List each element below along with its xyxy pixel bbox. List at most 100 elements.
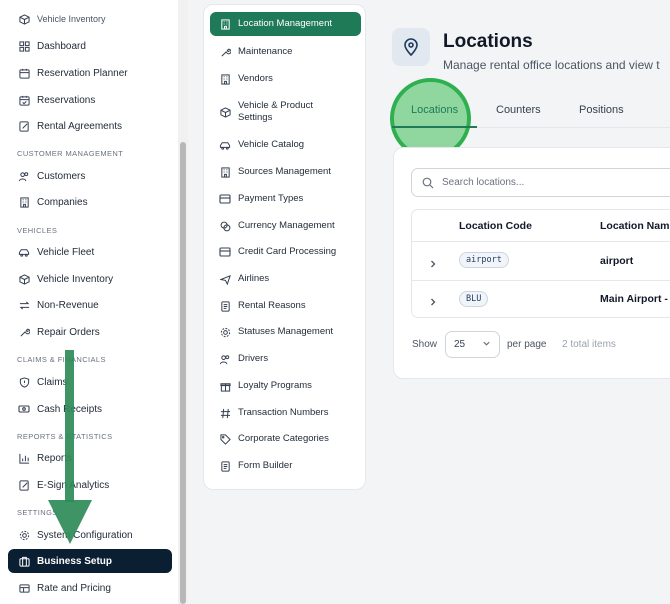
sidebar-item-label: Companies	[37, 196, 88, 208]
sidebar-scrollbar-thumb[interactable]	[180, 142, 186, 604]
swap-arrows-icon	[18, 299, 30, 311]
sidebar-item-reports[interactable]: Reports	[8, 446, 172, 470]
sidebar: Vehicle Inventory Dashboard Reservation …	[0, 0, 188, 604]
table-icon	[18, 582, 30, 594]
menu-item-label: Airlines	[238, 273, 270, 284]
section-customer-management: CUSTOMER MANAGEMENT	[17, 149, 124, 158]
menu-item-currency-management[interactable]: Currency Management	[210, 220, 361, 232]
shield-alert-icon	[18, 376, 30, 388]
row-divider	[412, 280, 670, 281]
sidebar-item-customers[interactable]: Customers	[8, 164, 172, 188]
menu-item-label: Vendors	[238, 73, 273, 84]
location-code-badge: BLU	[459, 291, 489, 307]
menu-item-vehicle-product-settings[interactable]: Vehicle & Product Settings	[210, 100, 361, 124]
map-pin-icon	[392, 28, 430, 66]
credit-card-icon	[219, 246, 231, 258]
sidebar-item-label: Vehicle Fleet	[37, 246, 95, 258]
cube-icon	[219, 106, 231, 118]
calendar-icon	[18, 67, 30, 79]
sidebar-item-label: Claims	[37, 376, 68, 388]
sidebar-item-repair-orders[interactable]: Repair Orders	[8, 320, 172, 344]
sidebar-item-vehicle-inventory-top[interactable]: Vehicle Inventory	[8, 7, 172, 31]
sidebar-item-companies[interactable]: Companies	[8, 190, 172, 214]
sidebar-item-label: Reservation Planner	[37, 67, 128, 79]
sidebar-item-non-revenue[interactable]: Non-Revenue	[8, 293, 172, 317]
menu-item-label: Vehicle Catalog	[238, 139, 305, 150]
menu-item-corporate-categories[interactable]: Corporate Categories	[210, 433, 361, 445]
sidebar-item-vehicle-inventory[interactable]: Vehicle Inventory	[8, 267, 172, 291]
sidebar-item-dashboard[interactable]: Dashboard	[8, 34, 172, 58]
sidebar-item-label: Customers	[37, 170, 86, 182]
cash-icon	[18, 403, 30, 415]
menu-item-label: Rental Reasons	[238, 300, 306, 311]
briefcase-icon	[18, 555, 30, 567]
car-icon	[18, 246, 30, 258]
menu-item-label: Form Builder	[238, 460, 293, 471]
gear-icon	[18, 529, 30, 541]
gear-icon	[219, 326, 231, 338]
sidebar-item-label: Vehicle Inventory	[37, 273, 114, 285]
hash-icon	[219, 407, 231, 419]
menu-item-label: Loyalty Programs	[238, 380, 312, 391]
menu-item-location-management[interactable]: Location Management	[210, 12, 361, 36]
tab-locations[interactable]: Locations	[411, 104, 458, 116]
menu-item-sources-management[interactable]: Sources Management	[210, 166, 361, 178]
sidebar-item-reservation-planner[interactable]: Reservation Planner	[8, 61, 172, 85]
menu-item-rental-reasons[interactable]: Rental Reasons	[210, 300, 361, 312]
tab-counters[interactable]: Counters	[496, 104, 541, 116]
sidebar-item-label: Dashboard	[37, 40, 86, 52]
settings-menu: Location Management Maintenance Vendors …	[203, 4, 366, 490]
guide-arrow-head	[48, 500, 92, 544]
sidebar-item-cash-receipts[interactable]: Cash Receipts	[8, 397, 172, 421]
signature-icon	[18, 479, 30, 491]
search-box[interactable]	[411, 168, 670, 197]
menu-item-maintenance[interactable]: Maintenance	[210, 46, 361, 58]
sidebar-item-label: Rental Agreements	[37, 120, 123, 132]
chevron-right-icon[interactable]	[428, 256, 438, 268]
menu-item-vehicle-catalog[interactable]: Vehicle Catalog	[210, 139, 361, 151]
menu-item-vendors[interactable]: Vendors	[210, 73, 361, 85]
credit-card-icon	[219, 193, 231, 205]
calendar-check-icon	[18, 94, 30, 106]
menu-item-transaction-numbers[interactable]: Transaction Numbers	[210, 407, 361, 419]
menu-item-loyalty-programs[interactable]: Loyalty Programs	[210, 380, 361, 392]
menu-item-label: Location Management	[238, 18, 333, 29]
document-icon	[219, 300, 231, 312]
menu-item-payment-types[interactable]: Payment Types	[210, 193, 361, 205]
menu-item-statuses-management[interactable]: Statuses Management	[210, 326, 361, 338]
search-input[interactable]	[442, 177, 642, 188]
per-page-select[interactable]: 25	[445, 331, 500, 358]
menu-item-label: Drivers	[238, 353, 269, 364]
building-icon	[219, 18, 231, 30]
menu-item-label: Corporate Categories	[238, 433, 329, 444]
page-title: Locations	[443, 31, 533, 52]
sidebar-item-rate-and-pricing[interactable]: Rate and Pricing	[8, 576, 172, 600]
menu-item-airlines[interactable]: Airlines	[210, 273, 361, 285]
menu-item-label: Credit Card Processing	[238, 246, 337, 257]
location-code-badge: airport	[459, 252, 509, 268]
chevron-right-icon[interactable]	[428, 294, 438, 306]
sidebar-item-vehicle-fleet[interactable]: Vehicle Fleet	[8, 240, 172, 264]
column-header-location-code[interactable]: Location Code	[459, 220, 532, 232]
wrench-icon	[18, 326, 30, 338]
gift-icon	[219, 380, 231, 392]
menu-item-form-builder[interactable]: Form Builder	[210, 460, 361, 472]
pagination-show-label: Show	[412, 339, 438, 350]
sidebar-item-rental-agreements[interactable]: Rental Agreements	[8, 114, 172, 138]
column-header-location-name[interactable]: Location Nam	[600, 220, 669, 232]
tab-positions[interactable]: Positions	[579, 104, 624, 116]
menu-item-label: Statuses Management	[238, 326, 334, 337]
menu-item-credit-card-processing[interactable]: Credit Card Processing	[210, 246, 361, 258]
bar-chart-icon	[18, 452, 30, 464]
sidebar-item-e-sign-analytics[interactable]: E-Sign Analytics	[8, 473, 172, 497]
users-icon	[219, 353, 231, 365]
menu-item-label: Sources Management	[238, 166, 331, 177]
sidebar-item-reservations[interactable]: Reservations	[8, 88, 172, 112]
sidebar-item-claims[interactable]: Claims	[8, 370, 172, 394]
sidebar-item-business-setup[interactable]: Business Setup	[8, 549, 172, 573]
pagination-total: 2 total items	[562, 339, 616, 350]
plane-icon	[219, 273, 231, 285]
sidebar-item-label: Business Setup	[37, 555, 113, 567]
menu-item-drivers[interactable]: Drivers	[210, 353, 361, 365]
sidebar-item-label: Reservations	[37, 94, 96, 106]
